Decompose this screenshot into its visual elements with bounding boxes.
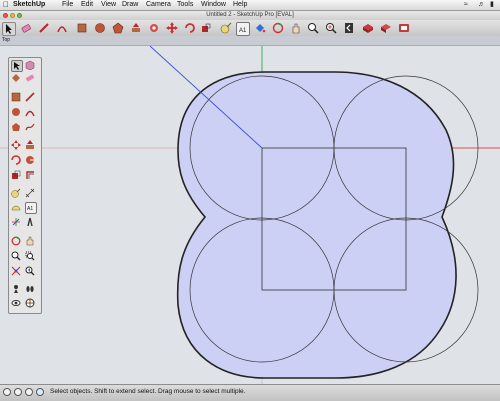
menu-tools[interactable]: Tools — [177, 0, 193, 10]
scene-tab-top[interactable]: Top — [2, 37, 10, 44]
menu-help[interactable]: Help — [233, 0, 247, 10]
menu-app-sketchup[interactable]: SketchUp — [13, 0, 45, 10]
battery-icon[interactable]: ▮ — [490, 0, 494, 10]
credits-icon[interactable] — [14, 388, 22, 396]
arc-tool-icon[interactable] — [56, 22, 68, 34]
zoom-extents-icon[interactable] — [325, 22, 337, 34]
svg-text:A1: A1 — [27, 206, 33, 212]
previous-view-icon[interactable] — [25, 266, 35, 276]
walk-icon[interactable] — [25, 284, 35, 294]
menu-edit[interactable]: Edit — [81, 0, 93, 10]
outer-blob-face[interactable] — [176, 71, 457, 379]
section-plane-icon[interactable] — [25, 298, 35, 308]
position-camera-icon[interactable] — [11, 284, 21, 294]
volume-icon[interactable]: ♬ — [478, 0, 485, 10]
polygon-icon[interactable] — [11, 122, 21, 132]
modeling-viewport[interactable] — [0, 46, 500, 384]
pan-tool-icon[interactable] — [290, 22, 302, 34]
scale-icon[interactable] — [11, 170, 21, 180]
follow-me-tool-icon[interactable] — [148, 22, 160, 34]
offset-icon[interactable] — [25, 170, 35, 180]
push-pull-icon[interactable] — [25, 140, 35, 150]
pencil-tool-icon[interactable] — [38, 22, 50, 34]
rectangle-tool-icon[interactable] — [76, 22, 88, 34]
select-tool-icon[interactable] — [11, 60, 23, 72]
dimension-icon[interactable] — [25, 188, 35, 198]
make-component-icon[interactable] — [25, 60, 35, 71]
zoom-icon[interactable] — [11, 251, 21, 261]
text-tool-icon[interactable]: A1 — [236, 22, 250, 36]
line-icon[interactable] — [25, 92, 35, 102]
zoom-window-icon[interactable] — [25, 251, 35, 261]
arc-icon[interactable] — [25, 107, 35, 117]
eraser-tool-icon[interactable] — [20, 22, 32, 34]
zoom-tool-icon[interactable] — [307, 22, 319, 34]
get-models-icon[interactable] — [362, 22, 374, 34]
menu-camera[interactable]: Camera — [146, 0, 171, 10]
polygon-tool-icon[interactable] — [112, 22, 124, 34]
geo-location-icon[interactable] — [3, 388, 11, 396]
extension-warehouse-icon[interactable] — [398, 22, 410, 34]
text-icon[interactable]: A1 — [25, 202, 37, 214]
orbit-tool-icon[interactable] — [272, 22, 284, 34]
paint-bucket-tool-icon[interactable] — [254, 22, 266, 34]
circle-icon[interactable] — [11, 107, 21, 117]
svg-text:A1: A1 — [239, 28, 247, 34]
protractor-icon[interactable] — [11, 202, 21, 212]
pan-icon[interactable] — [25, 236, 35, 246]
menu-draw[interactable]: Draw — [122, 0, 138, 10]
axes-icon[interactable] — [11, 217, 21, 227]
scale-tool-icon[interactable] — [200, 22, 212, 34]
look-around-icon[interactable] — [11, 298, 21, 308]
select-tool-icon[interactable] — [2, 22, 16, 36]
tape-measure-tool-icon[interactable] — [220, 22, 232, 34]
menu-window[interactable]: Window — [201, 0, 226, 10]
rotate-icon[interactable] — [11, 155, 21, 165]
window-title: Untitled 2 - SketchUp Pro [EVAL] — [206, 12, 294, 18]
status-message: Select objects. Shift to extend select. … — [50, 388, 246, 395]
eraser-icon[interactable] — [25, 73, 35, 83]
3d-text-icon[interactable] — [25, 217, 35, 227]
rotate-tool-icon[interactable] — [184, 22, 196, 34]
user-account-icon[interactable] — [25, 388, 33, 396]
wifi-icon[interactable]: ≈ — [464, 0, 468, 10]
circle-tool-icon[interactable] — [94, 22, 106, 34]
move-tool-icon[interactable] — [166, 22, 178, 34]
zoom-extents-icon[interactable] — [11, 266, 21, 276]
previous-view-icon[interactable] — [343, 22, 355, 34]
follow-me-icon[interactable] — [25, 155, 35, 165]
scene-tab-bar — [0, 36, 500, 46]
freehand-icon[interactable] — [25, 122, 35, 132]
push-pull-tool-icon[interactable] — [130, 22, 142, 34]
main-toolbar — [0, 20, 500, 37]
move-icon[interactable] — [11, 140, 21, 150]
instructor-help-icon[interactable] — [36, 388, 44, 396]
paint-bucket-icon[interactable] — [11, 73, 21, 83]
apple-icon[interactable]:  — [3, 1, 9, 9]
share-model-icon[interactable] — [380, 22, 392, 34]
tape-measure-icon[interactable] — [11, 188, 21, 198]
rectangle-icon[interactable] — [11, 92, 21, 102]
orbit-icon[interactable] — [11, 236, 21, 246]
menu-file[interactable]: File — [62, 0, 73, 10]
mac-menu-bar:  SketchUp File Edit View Draw Camera To… — [0, 0, 500, 11]
model-canvas[interactable] — [0, 46, 500, 384]
menu-view[interactable]: View — [101, 0, 116, 10]
